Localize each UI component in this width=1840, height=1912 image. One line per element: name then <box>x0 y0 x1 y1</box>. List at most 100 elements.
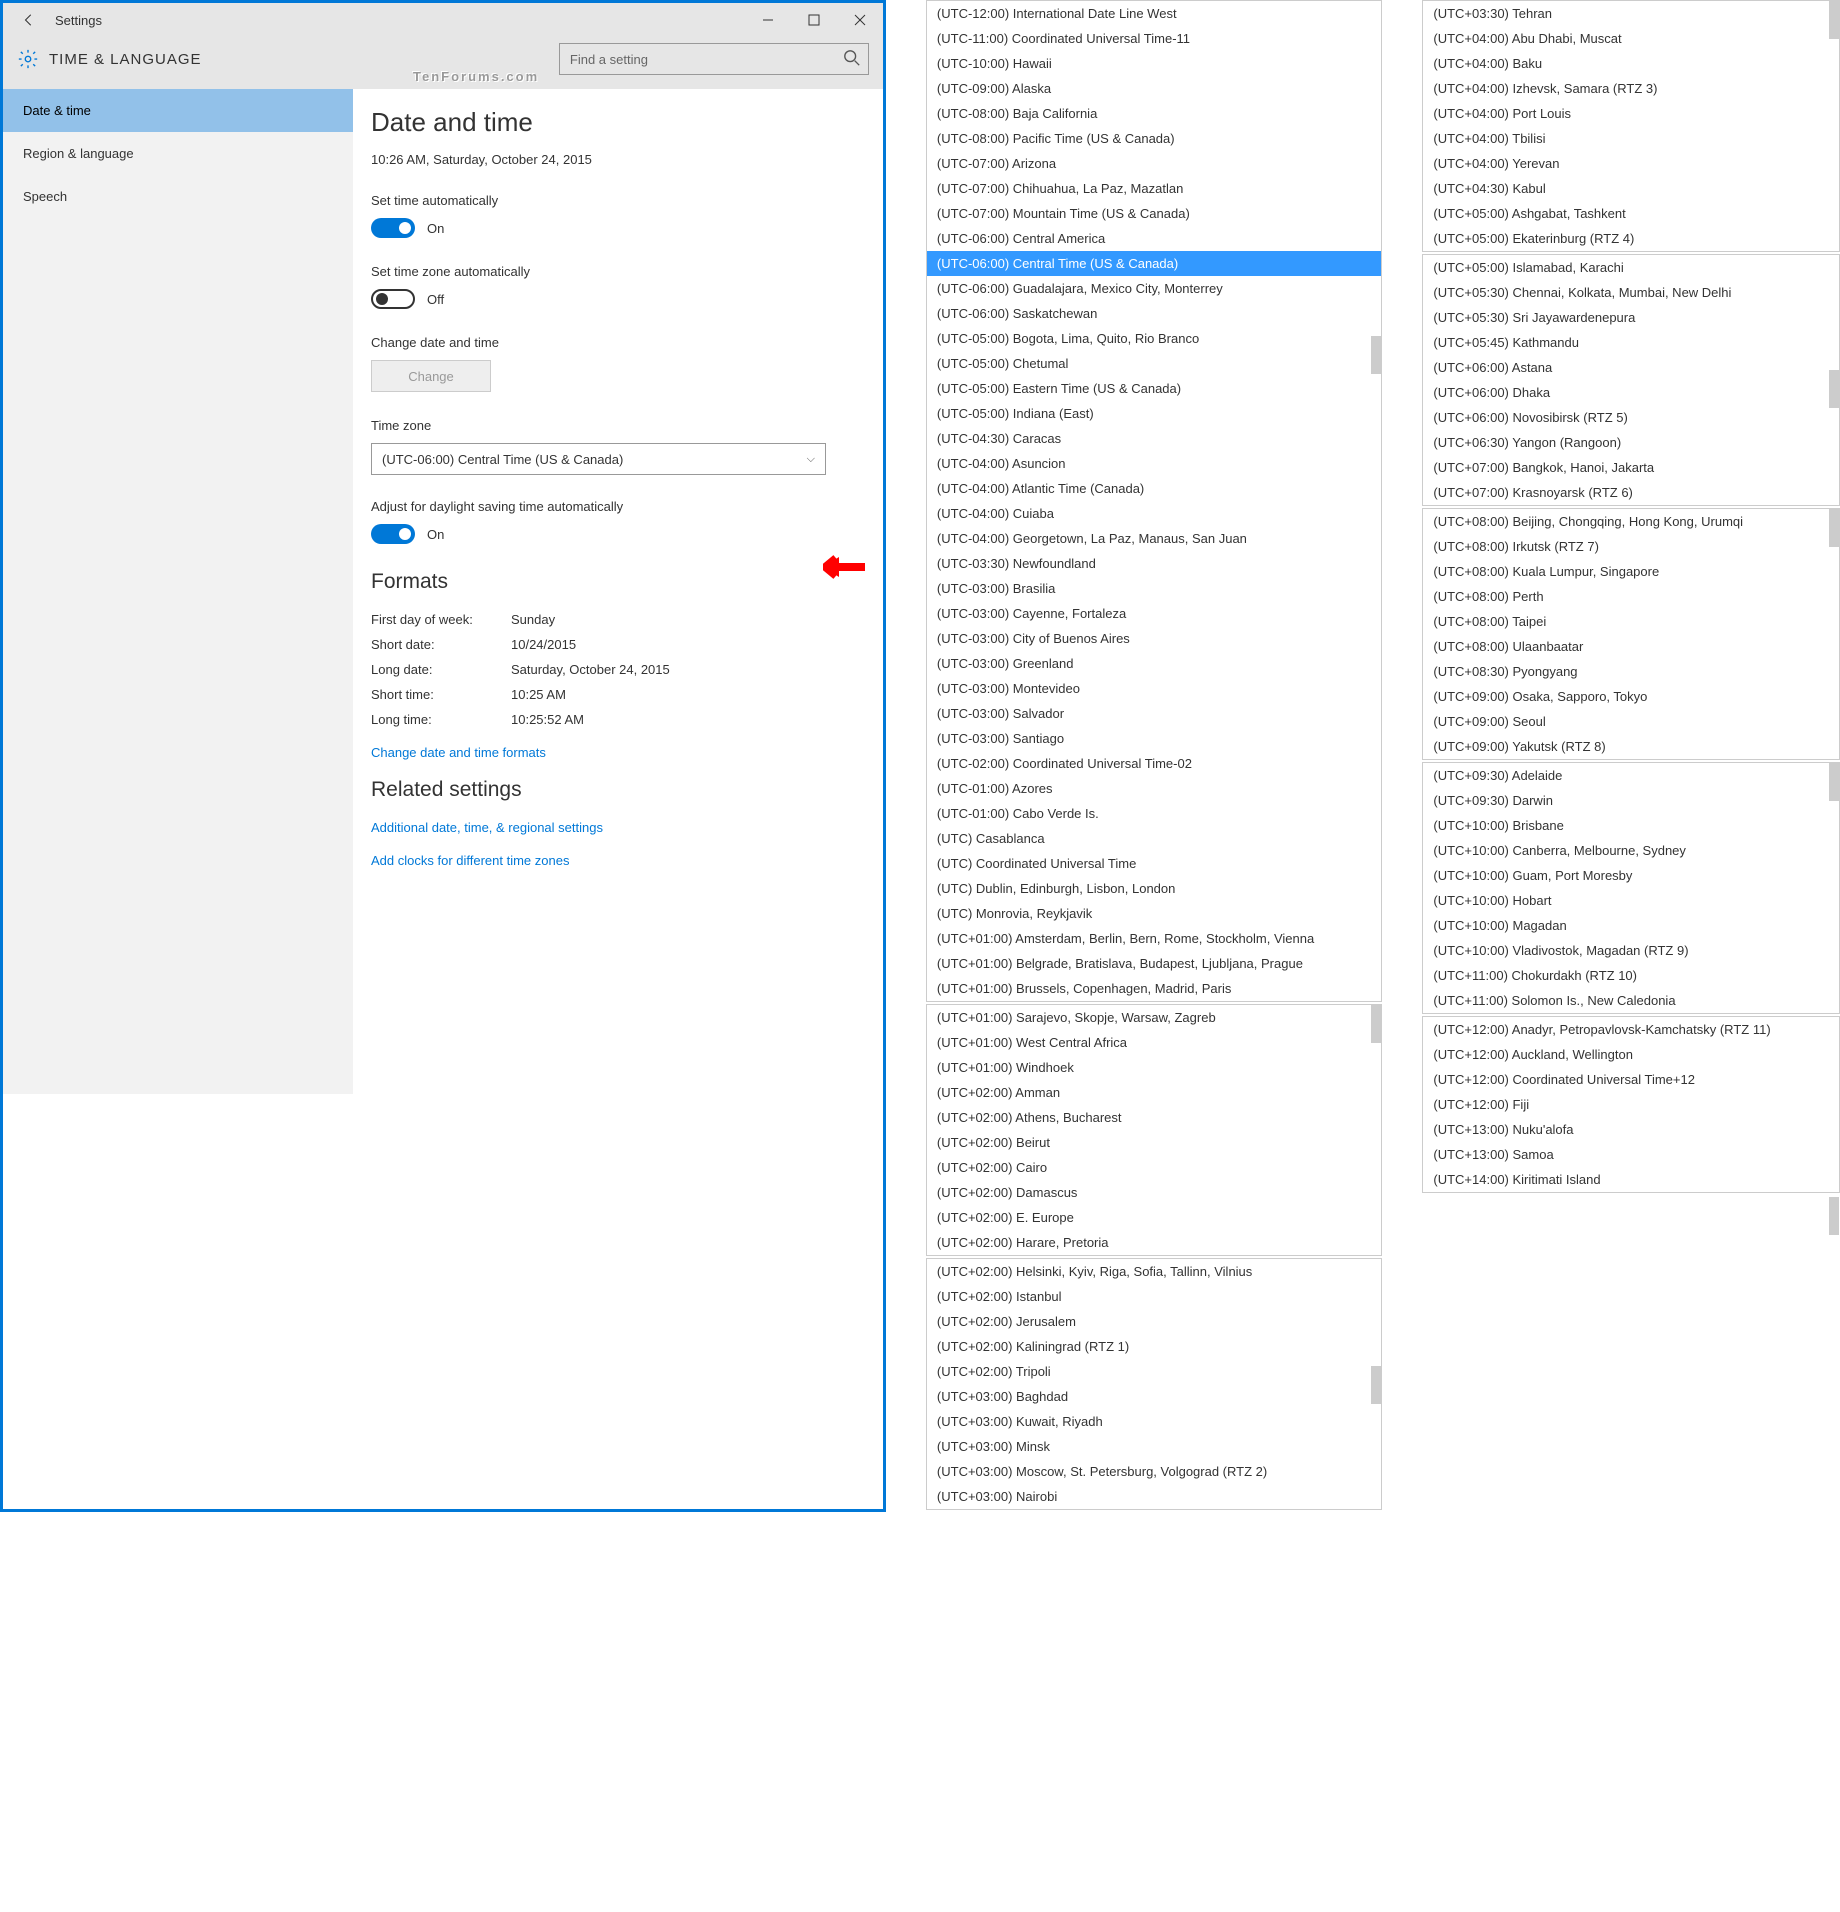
timezone-option[interactable]: (UTC+10:00) Canberra, Melbourne, Sydney <box>1423 838 1839 863</box>
timezone-option[interactable]: (UTC+10:00) Hobart <box>1423 888 1839 913</box>
timezone-option[interactable]: (UTC+02:00) Kaliningrad (RTZ 1) <box>927 1334 1381 1359</box>
timezone-option[interactable]: (UTC+03:00) Minsk <box>927 1434 1381 1459</box>
timezone-option[interactable]: (UTC+08:00) Beijing, Chongqing, Hong Kon… <box>1423 509 1839 534</box>
timezone-option[interactable]: (UTC+02:00) Beirut <box>927 1130 1381 1155</box>
timezone-option[interactable]: (UTC-10:00) Hawaii <box>927 51 1381 76</box>
timezone-option[interactable]: (UTC+02:00) Helsinki, Kyiv, Riga, Sofia,… <box>927 1259 1381 1284</box>
timezone-option[interactable]: (UTC+03:00) Moscow, St. Petersburg, Volg… <box>927 1459 1381 1484</box>
timezone-option[interactable]: (UTC) Monrovia, Reykjavik <box>927 901 1381 926</box>
timezone-option[interactable]: (UTC) Dublin, Edinburgh, Lisbon, London <box>927 876 1381 901</box>
timezone-dropdown-pane-6[interactable]: (UTC+08:00) Beijing, Chongqing, Hong Kon… <box>1422 508 1840 760</box>
timezone-option[interactable]: (UTC+05:30) Chennai, Kolkata, Mumbai, Ne… <box>1423 280 1839 305</box>
timezone-option[interactable]: (UTC-04:00) Atlantic Time (Canada) <box>927 476 1381 501</box>
timezone-option[interactable]: (UTC+04:00) Baku <box>1423 51 1839 76</box>
timezone-option[interactable]: (UTC+04:00) Abu Dhabi, Muscat <box>1423 26 1839 51</box>
maximize-button[interactable] <box>791 3 837 37</box>
timezone-dropdown-pane-8[interactable]: (UTC+12:00) Anadyr, Petropavlovsk-Kamcha… <box>1422 1016 1840 1193</box>
timezone-option[interactable]: (UTC+01:00) Brussels, Copenhagen, Madrid… <box>927 976 1381 1001</box>
timezone-option[interactable]: (UTC-03:00) Cayenne, Fortaleza <box>927 601 1381 626</box>
scrollbar-thumb[interactable] <box>1371 336 1381 374</box>
timezone-option[interactable]: (UTC+05:00) Ashgabat, Tashkent <box>1423 201 1839 226</box>
timezone-option[interactable]: (UTC+04:00) Izhevsk, Samara (RTZ 3) <box>1423 76 1839 101</box>
timezone-option[interactable]: (UTC-01:00) Cabo Verde Is. <box>927 801 1381 826</box>
timezone-option[interactable]: (UTC+06:00) Astana <box>1423 355 1839 380</box>
timezone-option[interactable]: (UTC-04:00) Cuiaba <box>927 501 1381 526</box>
timezone-option[interactable]: (UTC+02:00) Istanbul <box>927 1284 1381 1309</box>
timezone-option[interactable]: (UTC+11:00) Solomon Is., New Caledonia <box>1423 988 1839 1013</box>
timezone-option[interactable]: (UTC+02:00) Tripoli <box>927 1359 1381 1384</box>
timezone-option[interactable]: (UTC+04:00) Yerevan <box>1423 151 1839 176</box>
timezone-option[interactable]: (UTC+10:00) Guam, Port Moresby <box>1423 863 1839 888</box>
timezone-option[interactable]: (UTC+02:00) Athens, Bucharest <box>927 1105 1381 1130</box>
timezone-option[interactable]: (UTC+05:00) Islamabad, Karachi <box>1423 255 1839 280</box>
timezone-option[interactable]: (UTC+01:00) Belgrade, Bratislava, Budape… <box>927 951 1381 976</box>
timezone-option[interactable]: (UTC+07:00) Bangkok, Hanoi, Jakarta <box>1423 455 1839 480</box>
timezone-option[interactable]: (UTC+10:00) Vladivostok, Magadan (RTZ 9) <box>1423 938 1839 963</box>
timezone-option[interactable]: (UTC-06:00) Central America <box>927 226 1381 251</box>
timezone-option[interactable]: (UTC-03:00) Salvador <box>927 701 1381 726</box>
timezone-option[interactable]: (UTC-06:00) Central Time (US & Canada) <box>927 251 1381 276</box>
timezone-option[interactable]: (UTC-03:00) Greenland <box>927 651 1381 676</box>
timezone-option[interactable]: (UTC+09:00) Seoul <box>1423 709 1839 734</box>
timezone-dropdown-pane-3[interactable]: (UTC+02:00) Helsinki, Kyiv, Riga, Sofia,… <box>926 1258 1382 1510</box>
timezone-option[interactable]: (UTC+07:00) Krasnoyarsk (RTZ 6) <box>1423 480 1839 505</box>
timezone-option[interactable]: (UTC+08:00) Ulaanbaatar <box>1423 634 1839 659</box>
timezone-option[interactable]: (UTC+05:30) Sri Jayawardenepura <box>1423 305 1839 330</box>
back-button[interactable] <box>17 8 41 32</box>
timezone-option[interactable]: (UTC+01:00) Windhoek <box>927 1055 1381 1080</box>
timezone-option[interactable]: (UTC-05:00) Chetumal <box>927 351 1381 376</box>
timezone-option[interactable]: (UTC+02:00) Jerusalem <box>927 1309 1381 1334</box>
timezone-option[interactable]: (UTC+08:00) Perth <box>1423 584 1839 609</box>
timezone-option[interactable]: (UTC-07:00) Arizona <box>927 151 1381 176</box>
timezone-option[interactable]: (UTC-03:00) Brasilia <box>927 576 1381 601</box>
timezone-option[interactable]: (UTC-03:00) City of Buenos Aires <box>927 626 1381 651</box>
timezone-option[interactable]: (UTC+08:00) Irkutsk (RTZ 7) <box>1423 534 1839 559</box>
timezone-option[interactable]: (UTC-02:00) Coordinated Universal Time-0… <box>927 751 1381 776</box>
timezone-option[interactable]: (UTC-03:30) Newfoundland <box>927 551 1381 576</box>
timezone-option[interactable]: (UTC-12:00) International Date Line West <box>927 1 1381 26</box>
timezone-option[interactable]: (UTC+12:00) Anadyr, Petropavlovsk-Kamcha… <box>1423 1017 1839 1042</box>
timezone-option[interactable]: (UTC+12:00) Fiji <box>1423 1092 1839 1117</box>
scrollbar-thumb[interactable] <box>1829 763 1839 801</box>
timezone-option[interactable]: (UTC-01:00) Azores <box>927 776 1381 801</box>
timezone-option[interactable]: (UTC+06:00) Dhaka <box>1423 380 1839 405</box>
timezone-dropdown-pane-4[interactable]: (UTC+03:30) Tehran(UTC+04:00) Abu Dhabi,… <box>1422 0 1840 252</box>
timezone-option[interactable]: (UTC-04:00) Asuncion <box>927 451 1381 476</box>
timezone-option[interactable]: (UTC+01:00) West Central Africa <box>927 1030 1381 1055</box>
timezone-option[interactable]: (UTC+04:00) Tbilisi <box>1423 126 1839 151</box>
timezone-option[interactable]: (UTC-11:00) Coordinated Universal Time-1… <box>927 26 1381 51</box>
timezone-option[interactable]: (UTC-09:00) Alaska <box>927 76 1381 101</box>
timezone-option[interactable]: (UTC-05:00) Eastern Time (US & Canada) <box>927 376 1381 401</box>
timezone-option[interactable]: (UTC-04:30) Caracas <box>927 426 1381 451</box>
timezone-option[interactable]: (UTC+10:00) Magadan <box>1423 913 1839 938</box>
timezone-option[interactable]: (UTC+03:00) Kuwait, Riyadh <box>927 1409 1381 1434</box>
timezone-select[interactable]: (UTC-06:00) Central Time (US & Canada) ⌵ <box>371 443 826 475</box>
timezone-option[interactable]: (UTC-03:00) Santiago <box>927 726 1381 751</box>
timezone-option[interactable]: (UTC+13:00) Samoa <box>1423 1142 1839 1167</box>
add-clocks-link[interactable]: Add clocks for different time zones <box>371 853 853 868</box>
timezone-option[interactable]: (UTC+02:00) Damascus <box>927 1180 1381 1205</box>
timezone-option[interactable]: (UTC-05:00) Bogota, Lima, Quito, Rio Bra… <box>927 326 1381 351</box>
sidebar-item-date-time[interactable]: Date & time <box>3 89 353 132</box>
timezone-option[interactable]: (UTC+06:00) Novosibirsk (RTZ 5) <box>1423 405 1839 430</box>
timezone-option[interactable]: (UTC+04:00) Port Louis <box>1423 101 1839 126</box>
timezone-dropdown-pane-2[interactable]: (UTC+01:00) Sarajevo, Skopje, Warsaw, Za… <box>926 1004 1382 1256</box>
timezone-option[interactable]: (UTC+02:00) Amman <box>927 1080 1381 1105</box>
dst-toggle[interactable] <box>371 524 415 544</box>
timezone-option[interactable]: (UTC+12:00) Auckland, Wellington <box>1423 1042 1839 1067</box>
timezone-option[interactable]: (UTC+05:45) Kathmandu <box>1423 330 1839 355</box>
timezone-option[interactable]: (UTC) Casablanca <box>927 826 1381 851</box>
change-formats-link[interactable]: Change date and time formats <box>371 745 853 760</box>
timezone-option[interactable]: (UTC+14:00) Kiritimati Island <box>1423 1167 1839 1192</box>
scrollbar-thumb[interactable] <box>1371 1005 1381 1043</box>
timezone-option[interactable]: (UTC-06:00) Saskatchewan <box>927 301 1381 326</box>
timezone-option[interactable]: (UTC+08:30) Pyongyang <box>1423 659 1839 684</box>
timezone-option[interactable]: (UTC-08:00) Baja California <box>927 101 1381 126</box>
timezone-option[interactable]: (UTC+13:00) Nuku'alofa <box>1423 1117 1839 1142</box>
timezone-option[interactable]: (UTC+12:00) Coordinated Universal Time+1… <box>1423 1067 1839 1092</box>
timezone-option[interactable]: (UTC-04:00) Georgetown, La Paz, Manaus, … <box>927 526 1381 551</box>
scrollbar-thumb[interactable] <box>1829 509 1839 547</box>
timezone-option[interactable]: (UTC+03:00) Nairobi <box>927 1484 1381 1509</box>
timezone-option[interactable]: (UTC-07:00) Chihuahua, La Paz, Mazatlan <box>927 176 1381 201</box>
timezone-option[interactable]: (UTC+02:00) Cairo <box>927 1155 1381 1180</box>
